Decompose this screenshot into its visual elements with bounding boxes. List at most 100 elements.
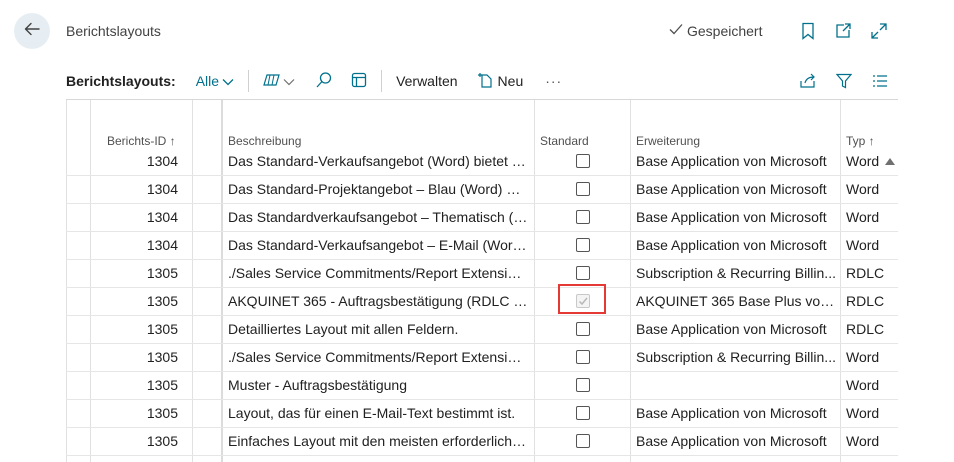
view-filter-value: Alle: [195, 73, 220, 89]
page-title: Berichtslayouts: [66, 23, 161, 39]
cell-report-id: 1304: [146, 209, 178, 225]
cell-type: Word: [846, 377, 880, 393]
cell-type: RDLC: [846, 265, 885, 281]
cell-type: Word: [846, 405, 880, 421]
cell-type: Word: [846, 433, 880, 449]
cell-description[interactable]: Das Standard-Verkaufsangebot (Word) biet…: [228, 147, 528, 175]
cell-description[interactable]: Layout, das für einen E-Mail-Text bestim…: [228, 399, 528, 427]
cell-report-id: 1305: [146, 433, 178, 449]
cell-type: RDLC: [846, 321, 885, 337]
cell-extension: Subscription & Recurring Billin...: [636, 265, 836, 281]
saved-status: Gespeichert: [668, 22, 762, 39]
chevron-down-icon: [283, 73, 295, 89]
column-header-description[interactable]: Beschreibung: [228, 134, 301, 148]
cell-report-id: 1305: [146, 405, 178, 421]
share-icon[interactable]: [797, 70, 819, 92]
column-header-default[interactable]: Standard: [540, 134, 589, 148]
table-row[interactable]: 1305 Einfaches Layout mit den meisten erf…: [66, 427, 898, 456]
cell-extension: Base Application von Microsoft: [636, 433, 827, 449]
cell-description[interactable]: ./Sales Service Commitments/Report Exten…: [228, 343, 528, 371]
expand-icon[interactable]: [868, 20, 890, 42]
bookmark-icon[interactable]: [797, 20, 819, 42]
list-view-icon[interactable]: [869, 70, 891, 92]
scroll-up-arrow-icon[interactable]: [885, 158, 895, 165]
action-bar: Berichtslayouts: Alle Verwalten Neu ···: [66, 64, 562, 98]
highlight-box: [558, 284, 606, 314]
cell-description[interactable]: Das Standardverkaufsangebot – Thematisch…: [228, 203, 528, 231]
toolbar-separator: [248, 70, 250, 92]
view-label: Berichtslayouts:: [66, 73, 176, 89]
manage-button[interactable]: Verwalten: [396, 73, 457, 89]
column-header-report-id[interactable]: Berichts-ID ↑: [107, 134, 176, 148]
cell-report-id: 1304: [146, 153, 178, 169]
table-row[interactable]: 1305 AKQUINET 365 - Auftragsbestätigung (…: [66, 287, 898, 316]
cell-type: Word: [846, 237, 880, 253]
cell-report-id: 1304: [146, 181, 178, 197]
cell-report-id: 1304: [146, 237, 178, 253]
table-row[interactable]: 1305 Layout, das für einen E-Mail-Text be…: [66, 399, 898, 428]
cell-description[interactable]: AKQUINET 365 - Auftragsbestätigung (RDLC…: [228, 287, 528, 315]
analysis-icon: [263, 71, 283, 92]
default-checkbox[interactable]: [576, 154, 590, 168]
default-checkbox[interactable]: [576, 406, 590, 420]
default-checkbox[interactable]: [576, 182, 590, 196]
report-layouts-grid: Berichts-ID ↑ Beschreibung Standard Erwe…: [66, 100, 898, 462]
search-button[interactable]: [315, 71, 333, 92]
table-edit-icon: [351, 72, 367, 91]
analysis-mode-button[interactable]: [263, 71, 295, 92]
cell-extension: Subscription & Recurring Billin...: [636, 349, 836, 365]
cell-extension: Base Application von Microsoft: [636, 209, 827, 225]
cell-description[interactable]: ./Sales Service Commitments/Report Exten…: [228, 259, 528, 287]
cell-type: Word: [846, 153, 880, 169]
cell-description[interactable]: Muster - Auftragsbestätigung: [228, 371, 528, 399]
search-icon: [315, 71, 333, 92]
default-checkbox[interactable]: [576, 322, 590, 336]
default-checkbox[interactable]: [576, 210, 590, 224]
table-row[interactable]: 1304 Das Standardverkaufsangebot – Themat…: [66, 203, 898, 232]
edit-list-button[interactable]: [351, 72, 367, 91]
toolbar-separator: [381, 70, 383, 92]
table-row[interactable]: 1304 Das Standard-Verkaufsangebot (Word) …: [66, 147, 898, 176]
list-actions: [797, 70, 891, 92]
more-options-button[interactable]: ···: [545, 73, 562, 89]
cell-type: Word: [846, 181, 880, 197]
new-document-icon: [477, 72, 494, 91]
default-checkbox[interactable]: [576, 434, 590, 448]
filter-icon[interactable]: [833, 70, 855, 92]
column-header-type[interactable]: Typ ↑: [846, 134, 875, 148]
cell-report-id: 1305: [146, 349, 178, 365]
default-checkbox[interactable]: [576, 238, 590, 252]
table-row[interactable]: 1305 Muster - Auftragsbestätigung Word: [66, 371, 898, 400]
default-checkbox[interactable]: [576, 266, 590, 280]
open-new-window-icon[interactable]: [832, 20, 854, 42]
default-checkbox[interactable]: [576, 378, 590, 392]
arrow-left-icon: [23, 20, 41, 43]
cell-extension: Base Application von Microsoft: [636, 321, 827, 337]
table-row[interactable]: 1305 ./Sales Service Commitments/Report E…: [66, 259, 898, 288]
cell-extension: AKQUINET 365 Base Plus von ...: [636, 293, 836, 309]
cell-description[interactable]: Einfaches Layout mit den meisten erforde…: [228, 427, 528, 455]
column-header-extension[interactable]: Erweiterung: [636, 134, 700, 148]
cell-report-id: 1305: [146, 377, 178, 393]
cell-extension: Base Application von Microsoft: [636, 237, 827, 253]
table-row[interactable]: 1304 Das Standard-Verkaufsangebot – E-Mai…: [66, 231, 898, 260]
back-button[interactable]: [14, 13, 50, 49]
cell-type: RDLC: [846, 293, 885, 309]
cell-report-id: 1305: [146, 265, 178, 281]
cell-extension: Base Application von Microsoft: [636, 181, 827, 197]
table-row[interactable]: 1305 Detailliertes Layout mit allen Felde…: [66, 315, 898, 344]
view-filter-dropdown[interactable]: Alle: [196, 73, 234, 89]
cell-extension: Base Application von Microsoft: [636, 405, 827, 421]
cell-description[interactable]: Das Standard-Verkaufsangebot – E-Mail (W…: [228, 231, 528, 259]
new-button[interactable]: Neu: [477, 72, 523, 91]
saved-status-label: Gespeichert: [687, 22, 763, 39]
chevron-down-icon: [222, 73, 234, 89]
table-row[interactable]: 1304 Das Standard-Projektangebot – Blau (…: [66, 175, 898, 204]
checkmark-icon: [668, 22, 684, 39]
cell-description[interactable]: Das Standard-Projektangebot – Blau (Word…: [228, 175, 528, 203]
cell-extension: Base Application von Microsoft: [636, 153, 827, 169]
cell-type: Word: [846, 349, 880, 365]
cell-description[interactable]: Detailliertes Layout mit allen Feldern.: [228, 315, 528, 343]
default-checkbox[interactable]: [576, 350, 590, 364]
table-row[interactable]: 1305 ./Sales Service Commitments/Report E…: [66, 343, 898, 372]
